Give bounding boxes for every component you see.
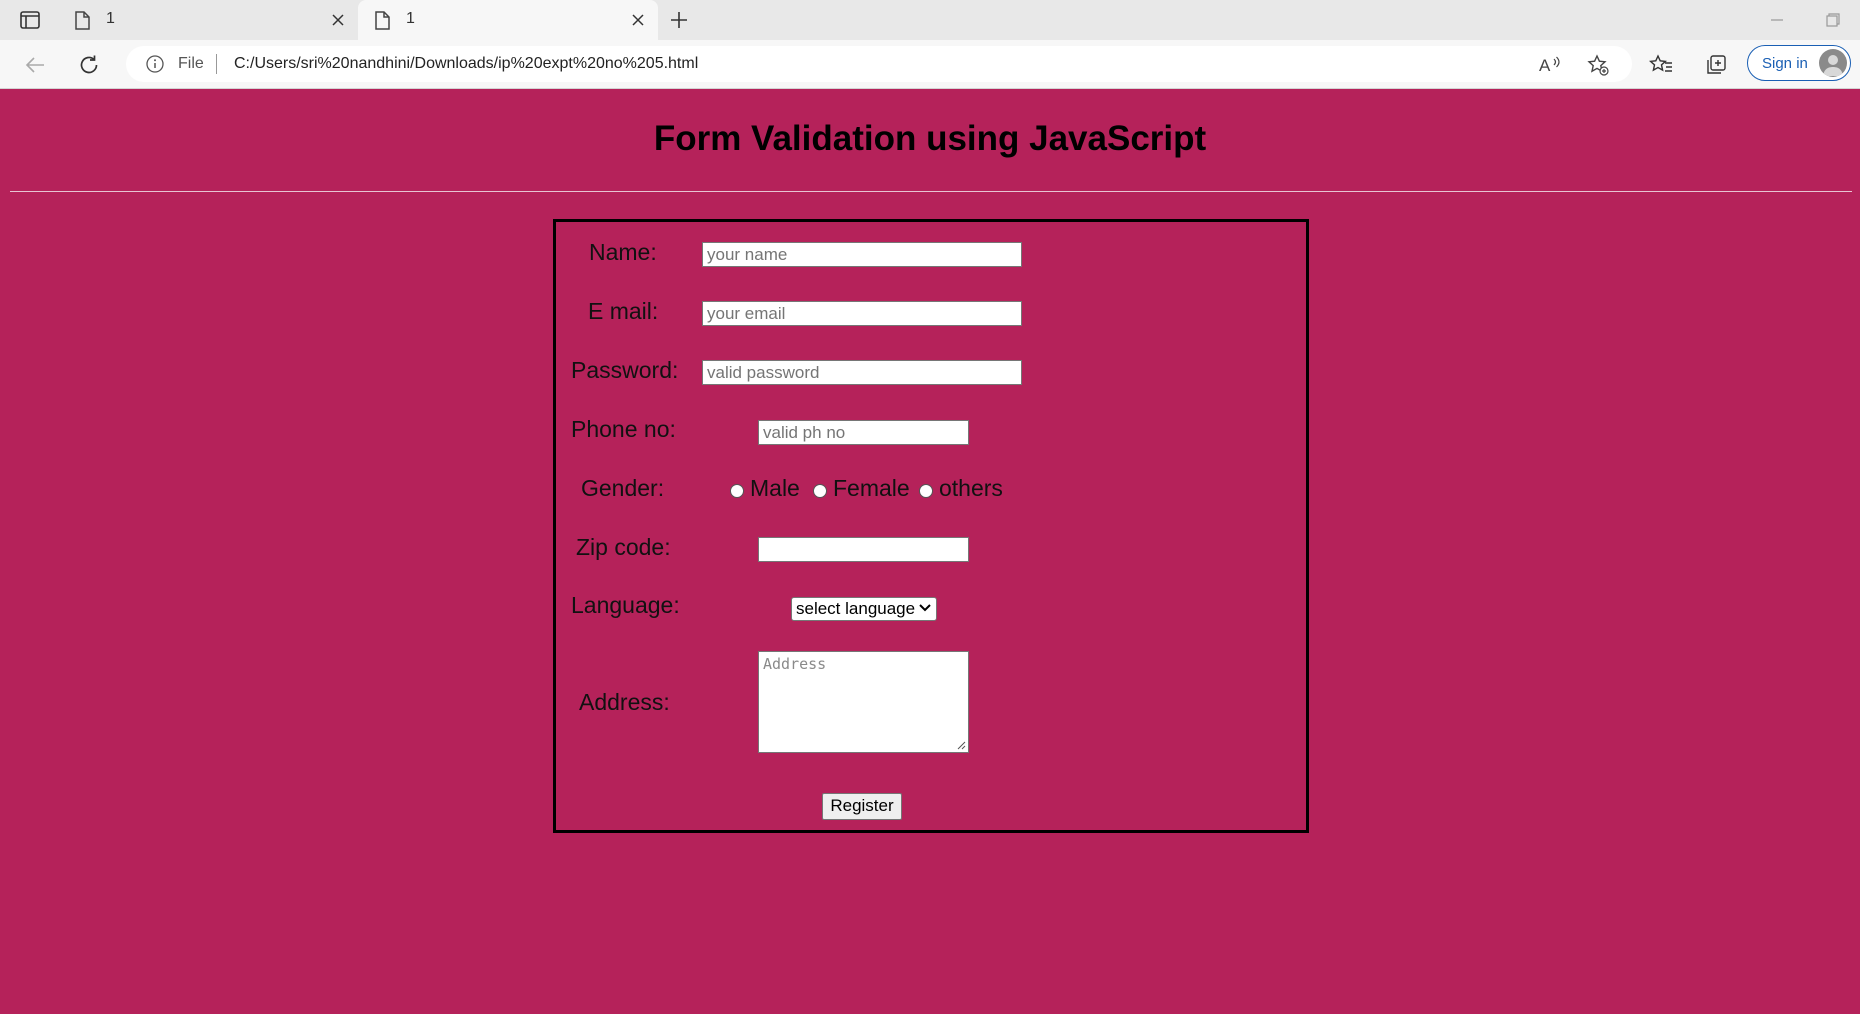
- zip-input[interactable]: [758, 537, 969, 562]
- favorites-icon: [1649, 54, 1672, 72]
- collections-icon: [1707, 55, 1726, 74]
- page-icon: [375, 11, 390, 30]
- email-input[interactable]: your email: [702, 301, 1022, 326]
- address-label: Address:: [579, 689, 670, 715]
- restore-icon: [1826, 13, 1840, 27]
- gender-radio-male[interactable]: [730, 484, 744, 498]
- gender-option-male: Male: [750, 475, 800, 501]
- zip-label: Zip code:: [576, 534, 671, 560]
- tab-actions-icon: [20, 11, 40, 29]
- minimize-button[interactable]: [1762, 8, 1792, 32]
- close-tab-icon[interactable]: [328, 10, 348, 30]
- phone-input[interactable]: valid ph no: [758, 420, 969, 445]
- register-button[interactable]: Register: [822, 793, 902, 820]
- email-label: E mail:: [588, 298, 659, 324]
- resize-handle-icon[interactable]: [957, 741, 966, 750]
- gender-option-others: others: [939, 475, 1003, 501]
- tab-title: 1: [106, 10, 115, 27]
- language-label: Language:: [571, 592, 680, 618]
- browser-tab-2-active[interactable]: 1: [358, 0, 658, 40]
- reload-button[interactable]: [74, 50, 104, 80]
- scheme-label: File: [178, 55, 204, 72]
- browser-tab-1[interactable]: 1: [58, 0, 358, 40]
- new-tab-button[interactable]: [666, 8, 692, 32]
- page-title: Form Validation using JavaScript: [653, 119, 1207, 158]
- address-separator: [216, 54, 217, 74]
- chevron-down-icon: [919, 604, 931, 612]
- plus-icon: [671, 12, 687, 28]
- gender-radio-female[interactable]: [813, 484, 827, 498]
- gender-radio-others[interactable]: [919, 484, 933, 498]
- gender-label: Gender:: [581, 475, 665, 501]
- gender-option-female: Female: [833, 475, 910, 501]
- horizontal-rule: [10, 191, 1852, 192]
- tab-actions-button[interactable]: [14, 8, 46, 32]
- svg-text:A: A: [1539, 56, 1551, 75]
- language-selected-value: select language: [796, 599, 916, 618]
- registration-form: Name: your name E mail: your email Passw…: [553, 219, 1309, 833]
- back-arrow-icon: [25, 57, 44, 73]
- favorites-button[interactable]: [1647, 51, 1675, 79]
- minimize-icon: [1771, 19, 1783, 21]
- password-label: Password:: [571, 357, 679, 383]
- sign-in-button[interactable]: Sign in: [1747, 45, 1851, 81]
- page-content: Form Validation using JavaScript Name: y…: [0, 89, 1860, 1014]
- restore-button[interactable]: [1818, 8, 1848, 32]
- avatar: [1819, 49, 1847, 77]
- tab-title: 1: [406, 10, 415, 27]
- add-favorite-icon[interactable]: [1586, 53, 1610, 77]
- address-bar[interactable]: File C:/Users/sri%20nandhini/Downloads/i…: [126, 46, 1632, 82]
- name-label: Name:: [589, 239, 657, 265]
- close-tab-icon[interactable]: [628, 10, 648, 30]
- language-select[interactable]: select language: [791, 597, 937, 621]
- url-text[interactable]: C:/Users/sri%20nandhini/Downloads/ip%20e…: [234, 55, 698, 73]
- read-aloud-icon[interactable]: A: [1538, 53, 1562, 77]
- back-button[interactable]: [20, 50, 50, 80]
- info-icon[interactable]: [146, 55, 164, 73]
- name-input[interactable]: your name: [702, 242, 1022, 267]
- page-icon: [75, 11, 90, 30]
- browser-tab-bar: 1 1: [0, 0, 1860, 40]
- password-input[interactable]: valid password: [702, 360, 1022, 385]
- address-textarea[interactable]: Address: [758, 651, 969, 753]
- address-placeholder: Address: [763, 655, 827, 673]
- browser-toolbar: File C:/Users/sri%20nandhini/Downloads/i…: [0, 40, 1860, 89]
- reload-icon: [80, 55, 98, 74]
- sign-in-label: Sign in: [1762, 55, 1808, 72]
- collections-button[interactable]: [1702, 51, 1730, 79]
- phone-label: Phone no:: [571, 416, 676, 442]
